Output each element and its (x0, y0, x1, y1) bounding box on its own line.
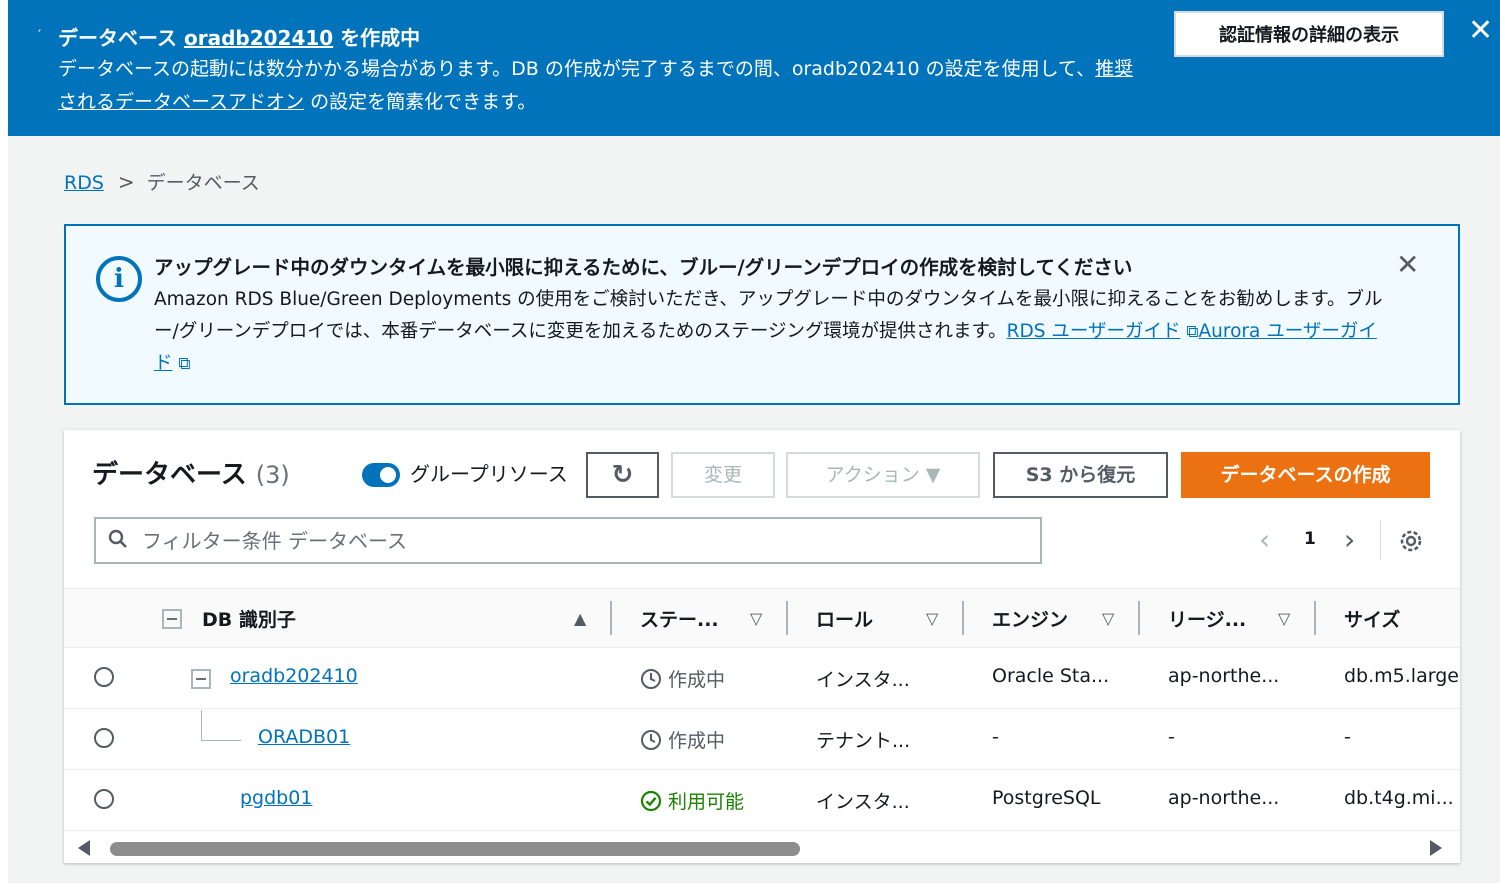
modify-button[interactable]: 変更 (671, 452, 775, 498)
restore-from-s3-button[interactable]: S3 から復元 (993, 452, 1168, 498)
panel-title-text: データベース (92, 460, 247, 490)
breadcrumb-current: データベース (146, 172, 260, 194)
status-text: 作成中 (668, 730, 726, 752)
status-cell: 作成中 (640, 665, 725, 692)
role-cell: インスタ... (816, 669, 910, 691)
scrollbar-thumb[interactable] (110, 842, 800, 856)
current-page-number[interactable]: 1 (1304, 529, 1316, 549)
column-header-db-identifier[interactable]: DB 識別子 (202, 605, 296, 632)
refresh-button[interactable]: ↻ (586, 452, 659, 498)
external-link-icon: ⧉ (1186, 322, 1199, 342)
engine-cell: PostgreSQL (992, 787, 1101, 809)
table-header: DB 識別子 ▲ ステー... ▽ ロール ▽ エンジン ▽ リージ... ▽ … (64, 588, 1460, 648)
breadcrumb: RDS > データベース (64, 168, 260, 195)
db-identifier-link[interactable]: oradb202410 (230, 665, 358, 687)
breadcrumb-rds-link[interactable]: RDS (64, 172, 104, 194)
creation-flash-banner: ′ データベース oradb202410 を作成中 データベースの起動には数分か… (8, 0, 1500, 136)
create-database-button[interactable]: データベースの作成 (1181, 452, 1430, 498)
blue-green-info-alert: i アップグレード中のダウンタイムを最小限に抑えるために、ブルー/グリーンデプロ… (64, 224, 1460, 405)
column-resizer[interactable] (1138, 601, 1140, 635)
info-alert-close-icon[interactable]: ✕ (1396, 251, 1419, 279)
sort-ascending-icon[interactable]: ▲ (574, 609, 586, 628)
sort-icon[interactable]: ▽ (750, 609, 762, 628)
status-cell: 作成中 (640, 726, 725, 753)
collapse-group-icon[interactable] (191, 669, 211, 689)
flash-title-suffix: を作成中 (340, 26, 421, 50)
status-text: 作成中 (668, 669, 726, 691)
search-icon (108, 529, 127, 548)
table-row[interactable]: pgdb01 利用可能 インスタ... PostgreSQL ap-northe… (64, 770, 1460, 831)
column-header-size[interactable]: サイズ (1344, 605, 1400, 632)
engine-cell: Oracle Sta... (992, 665, 1110, 687)
clock-icon (641, 669, 661, 689)
row-select-radio[interactable] (94, 728, 114, 748)
column-header-region[interactable]: リージ... (1168, 605, 1246, 632)
clock-icon (641, 730, 661, 750)
column-resizer[interactable] (962, 601, 964, 635)
view-credentials-button[interactable]: 認証情報の詳細の表示 (1174, 11, 1444, 57)
sort-icon[interactable]: ▽ (1102, 609, 1114, 628)
region-cell: ap-northe... (1168, 665, 1280, 687)
filter-databases-input[interactable] (142, 525, 1022, 557)
rds-user-guide-link[interactable]: RDS ユーザーガイド (1007, 321, 1181, 342)
info-alert-title: アップグレード中のダウンタイムを最小限に抑えるために、ブルー/グリーンデプロイの… (154, 256, 1133, 279)
group-resources-label: グループリソース (410, 462, 568, 486)
info-alert-message: Amazon RDS Blue/Green Deployments の使用をご検… (154, 284, 1394, 380)
region-cell: - (1168, 726, 1175, 748)
column-header-engine[interactable]: エンジン (992, 605, 1068, 632)
collapse-all-icon[interactable] (162, 609, 182, 629)
sort-icon[interactable]: ▽ (926, 609, 938, 628)
flash-close-icon[interactable]: ✕ (1468, 16, 1493, 46)
info-icon: i (96, 256, 142, 302)
check-circle-icon (640, 790, 662, 812)
column-header-status[interactable]: ステー... (640, 605, 719, 632)
column-resizer[interactable] (1314, 601, 1316, 635)
pager-divider (1380, 520, 1381, 560)
page-left-edge (0, 0, 8, 883)
table-row[interactable]: ORADB01 作成中 テナント... - - - (64, 709, 1460, 770)
horizontal-scrollbar[interactable] (64, 834, 1460, 862)
tree-connector-line (201, 710, 202, 740)
role-cell: テナント... (816, 730, 911, 752)
column-resizer[interactable] (610, 601, 612, 635)
column-header-role[interactable]: ロール (816, 605, 873, 632)
databases-table-panel: データベース (3) グループリソース ↻ 変更 アクション ▼ S3 から復元… (64, 430, 1460, 863)
role-cell: インスタ... (816, 791, 910, 813)
size-cell: - (1344, 726, 1351, 748)
flash-body: データベースの起動には数分かかる場合があります。DB の作成が完了するまでの間、… (58, 53, 1148, 119)
status-cell: 利用可能 (640, 787, 744, 814)
flash-body-tail: の設定を簡素化できます。 (310, 91, 537, 113)
next-page-icon[interactable]: › (1344, 526, 1355, 554)
size-cell: db.t4g.mi... (1344, 787, 1454, 809)
column-resizer[interactable] (786, 601, 788, 635)
panel-title: データベース (3) (92, 454, 290, 491)
loading-spinner-icon: ′ (38, 28, 42, 44)
tree-connector-line (201, 740, 241, 741)
table-row[interactable]: oradb202410 作成中 インスタ... Oracle Sta... ap… (64, 648, 1460, 709)
flash-title-prefix: データベース (58, 26, 177, 50)
scroll-left-arrow-icon[interactable] (78, 840, 90, 856)
breadcrumb-chevron-icon: > (117, 170, 135, 194)
group-resources-toggle[interactable] (362, 463, 400, 487)
flash-title: データベース oradb202410 を作成中 (58, 22, 420, 51)
size-cell: db.m5.large (1344, 665, 1459, 687)
db-identifier-link[interactable]: ORADB01 (258, 726, 350, 748)
filter-search-box (94, 517, 1042, 564)
row-select-radio[interactable] (94, 667, 114, 687)
flash-db-name-link[interactable]: oradb202410 (184, 26, 333, 50)
gear-icon[interactable] (1398, 528, 1424, 554)
status-text: 利用可能 (668, 791, 745, 813)
scroll-right-arrow-icon[interactable] (1430, 840, 1442, 856)
sort-icon[interactable]: ▽ (1278, 609, 1290, 628)
actions-dropdown[interactable]: アクション ▼ (786, 452, 980, 498)
previous-page-icon[interactable]: ‹ (1259, 526, 1270, 554)
engine-cell: - (992, 726, 999, 748)
region-cell: ap-northe... (1168, 787, 1280, 809)
external-link-icon: ⧉ (178, 354, 191, 374)
refresh-icon: ↻ (611, 460, 634, 490)
database-count: (3) (255, 461, 290, 489)
db-identifier-link[interactable]: pgdb01 (240, 787, 312, 809)
flash-body-text: データベースの起動には数分かかる場合があります。DB の作成が完了するまでの間、… (58, 58, 1096, 80)
row-select-radio[interactable] (94, 789, 114, 809)
